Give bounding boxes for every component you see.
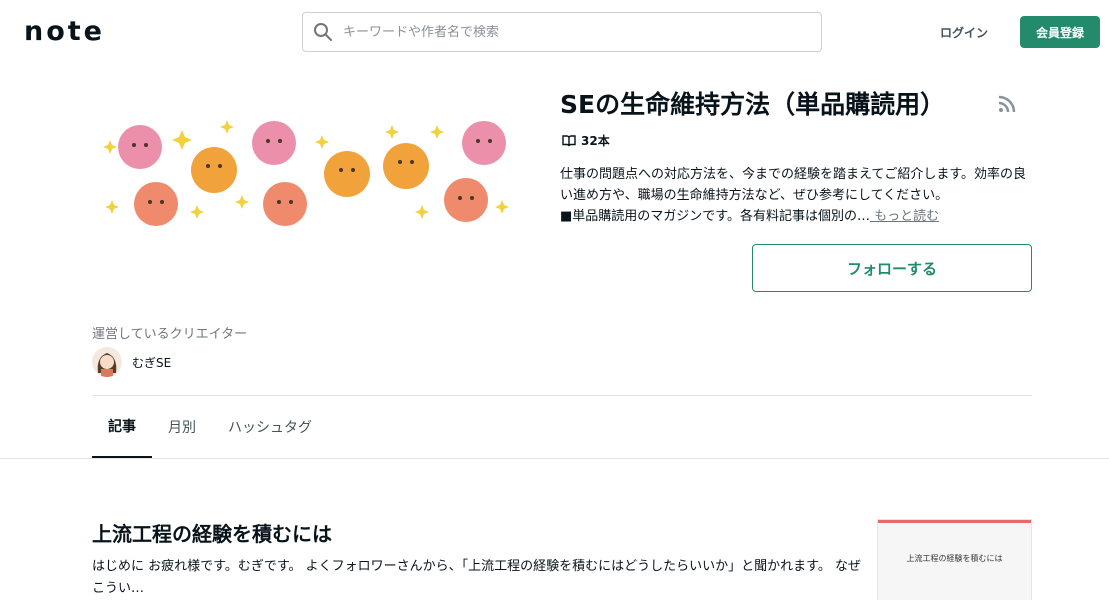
article-excerpt: はじめに お疲れ様です。むぎです。 よくフォロワーさんから、「上流工程の経験を積… xyxy=(92,559,861,596)
magazine-header-image xyxy=(103,120,509,226)
article-count-label: 32本 xyxy=(581,134,610,148)
magazine-description: 仕事の問題点への対応方法を、今までの経験を踏まえてご紹介します。効率の良い進め方… xyxy=(560,164,1030,227)
description-text-2: ■単品購読用のマガジンです。各有料記事は個別の… xyxy=(560,209,870,224)
tab-hashtags[interactable]: ハッシュタグ xyxy=(212,396,328,458)
rss-icon[interactable] xyxy=(998,95,1016,113)
book-icon xyxy=(562,134,576,146)
creator-section-label: 運営しているクリエイター xyxy=(92,327,248,342)
read-more-link[interactable]: もっと読む xyxy=(870,209,939,224)
signup-button[interactable]: 会員登録 xyxy=(1020,16,1100,48)
magazine-title: SEの生命維持方法（単品購読用） xyxy=(560,90,946,119)
search-icon xyxy=(314,23,332,41)
thumbnail-title: 上流工程の経験を積むには xyxy=(906,554,1003,563)
search-input[interactable] xyxy=(343,24,803,40)
creator-link[interactable]: むぎSE xyxy=(92,347,171,377)
avatar xyxy=(92,347,122,377)
login-button[interactable]: ログイン xyxy=(930,20,998,44)
note-logo[interactable]: note xyxy=(24,17,105,47)
tab-articles[interactable]: 記事 xyxy=(92,396,152,458)
follow-button[interactable]: フォローする xyxy=(752,244,1032,292)
creator-name: むぎSE xyxy=(132,355,172,370)
tab-monthly[interactable]: 月別 xyxy=(152,396,212,458)
search-box[interactable] xyxy=(302,12,822,52)
article-title[interactable]: 上流工程の経験を積むには xyxy=(92,518,332,547)
tab-bar: 記事 月別 ハッシュタグ xyxy=(92,396,328,458)
article-count: 32本 xyxy=(562,132,610,149)
divider xyxy=(0,458,1109,459)
thumbnail-accent-bar xyxy=(878,520,1031,523)
article-thumbnail[interactable]: 上流工程の経験を積むには xyxy=(877,519,1032,600)
description-text-1: 仕事の問題点への対応方法を、今までの経験を踏まえてご紹介します。効率の良い進め方… xyxy=(560,167,1027,203)
